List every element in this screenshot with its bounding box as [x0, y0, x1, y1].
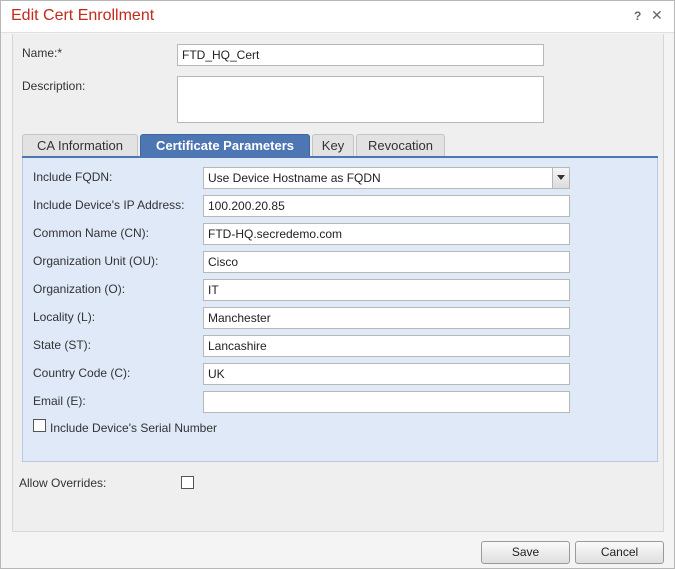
state-label: State (ST): [33, 338, 92, 352]
organization-input[interactable]: IT [203, 279, 570, 301]
help-icon[interactable]: ? [634, 9, 641, 23]
close-icon[interactable]: ✕ [651, 7, 663, 24]
tab-revocation[interactable]: Revocation [356, 134, 445, 158]
description-textarea[interactable] [177, 76, 544, 123]
dialog-title: Edit Cert Enrollment [11, 7, 155, 24]
include-fqdn-label: Include FQDN: [33, 170, 113, 184]
tab-certificate-parameters[interactable]: Certificate Parameters [140, 134, 310, 158]
serial-number-label: Include Device's Serial Number [50, 421, 218, 435]
include-fqdn-value: Use Device Hostname as FQDN [208, 171, 381, 185]
org-unit-label: Organization Unit (OU): [33, 254, 159, 268]
country-code-input[interactable]: UK [203, 363, 570, 385]
edit-cert-enrollment-dialog: Edit Cert Enrollment ? ✕ Name:* FTD_HQ_C… [0, 0, 675, 569]
ip-address-input[interactable]: 100.200.20.85 [203, 195, 570, 217]
name-label: Name:* [22, 46, 63, 60]
chevron-down-icon[interactable] [552, 168, 569, 188]
locality-label: Locality (L): [33, 310, 96, 324]
common-name-input[interactable]: FTD-HQ.secredemo.com [203, 223, 570, 245]
include-ip-label: Include Device's IP Address: [33, 198, 185, 212]
org-unit-input[interactable]: Cisco [203, 251, 570, 273]
tab-key[interactable]: Key [312, 134, 354, 158]
email-input[interactable] [203, 391, 570, 413]
common-name-label: Common Name (CN): [33, 226, 150, 240]
email-label: Email (E): [33, 394, 86, 408]
allow-overrides-label: Allow Overrides: [19, 476, 107, 490]
country-code-label: Country Code (C): [33, 366, 131, 380]
save-button[interactable]: Save [481, 541, 570, 564]
allow-overrides-checkbox[interactable] [181, 476, 194, 489]
serial-number-checkbox[interactable] [33, 419, 46, 432]
cancel-button[interactable]: Cancel [575, 541, 664, 564]
organization-label: Organization (O): [33, 282, 126, 296]
dialog-titlebar: Edit Cert Enrollment ? ✕ [1, 1, 674, 33]
tab-ca-information[interactable]: CA Information [22, 134, 138, 158]
state-input[interactable]: Lancashire [203, 335, 570, 357]
locality-input[interactable]: Manchester [203, 307, 570, 329]
name-input[interactable]: FTD_HQ_Cert [177, 44, 544, 66]
description-label: Description: [22, 79, 86, 93]
include-fqdn-select[interactable]: Use Device Hostname as FQDN [203, 167, 570, 189]
